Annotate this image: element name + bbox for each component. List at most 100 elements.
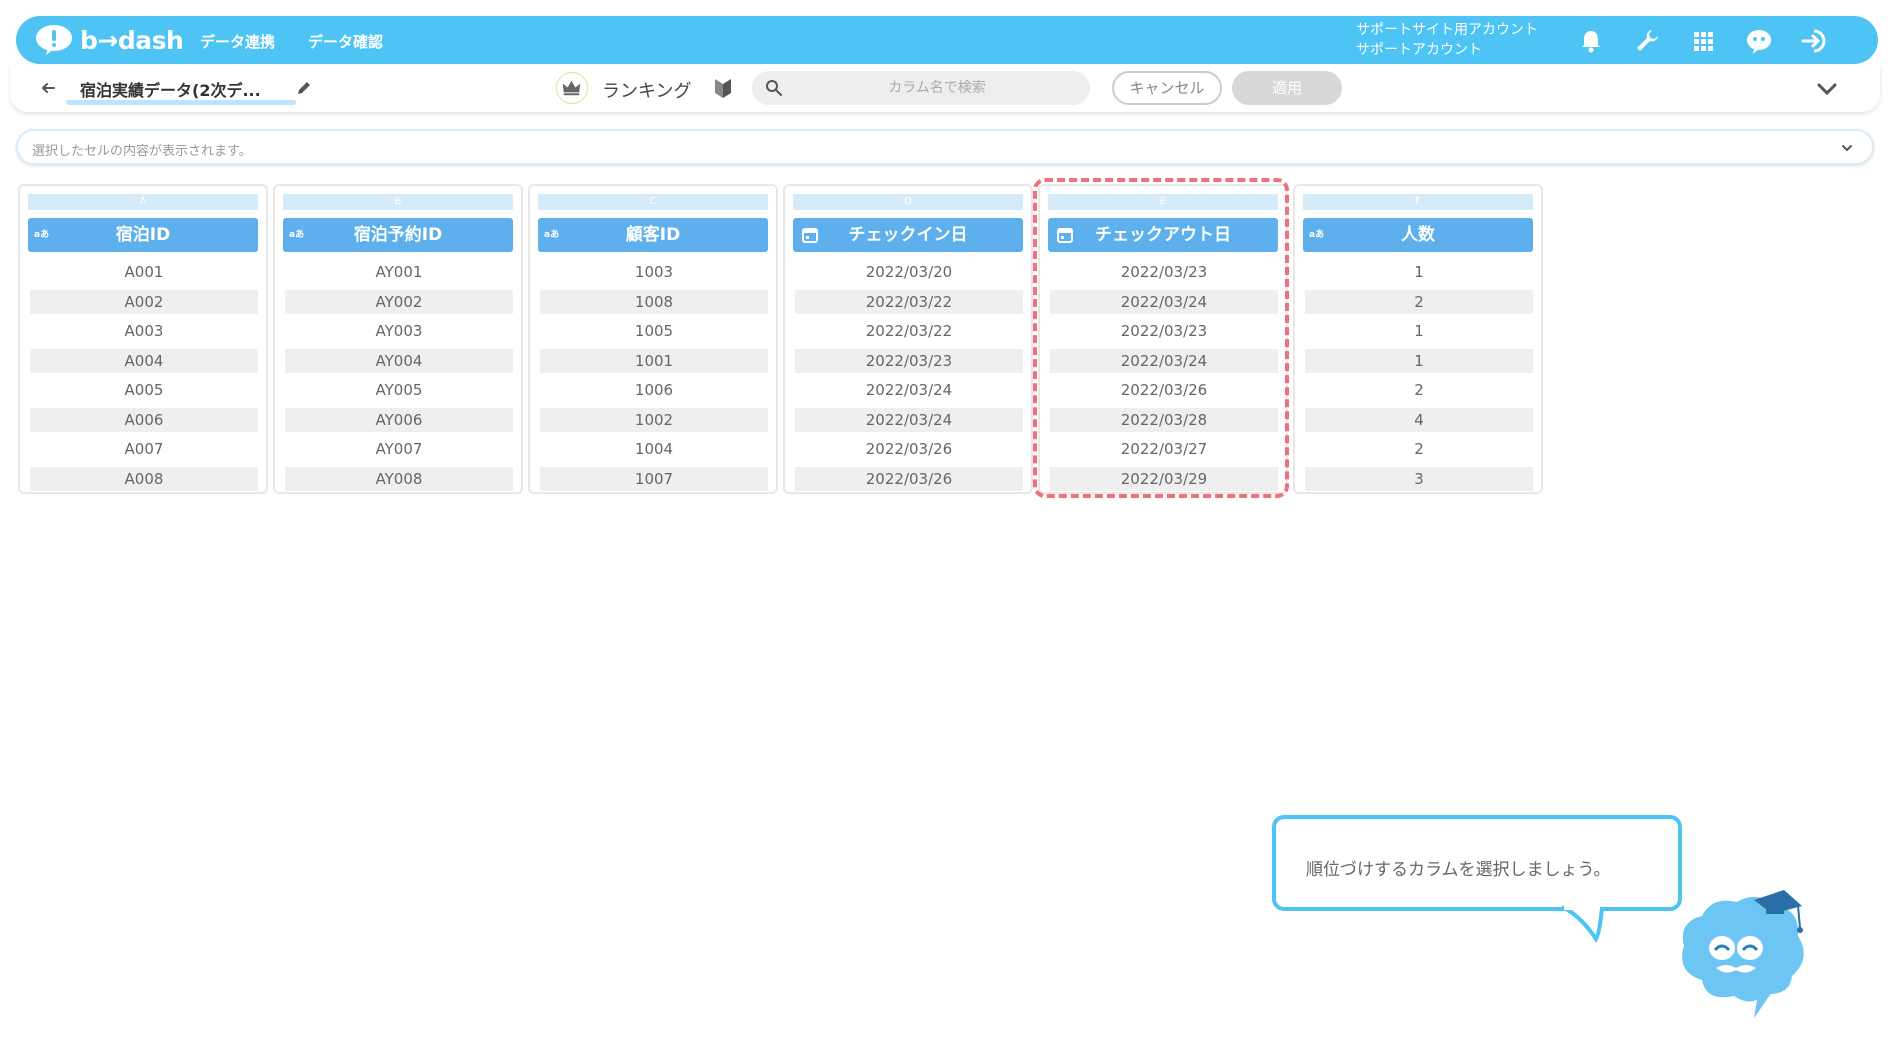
table-cell[interactable]: 4 [1305,408,1533,432]
text-type-icon: aあ [34,230,50,240]
ranking-crown-icon [556,72,588,104]
column-card-d[interactable]: D チェックイン日 2022/03/20 2022/03/22 2022/03/… [783,184,1033,494]
beginner-mark-icon[interactable] [712,76,734,100]
table-cell[interactable]: 2 [1305,378,1533,402]
column-card-f[interactable]: F aあ 人数 1 2 1 1 2 4 2 3 [1293,184,1543,494]
column-letter: D [793,194,1023,210]
account-user-name: サポートアカウント [1356,42,1482,58]
column-name: 顧客ID [625,225,681,245]
table-cell[interactable]: 2 [1305,290,1533,314]
table-cell[interactable]: 2022/03/22 [795,290,1023,314]
account-info[interactable]: サポートサイト用アカウント サポートアカウント [1356,20,1538,60]
bell-icon[interactable] [1576,26,1606,56]
table-cell[interactable]: A004 [30,349,258,373]
dataset-name-underline [66,100,296,105]
table-cell[interactable]: AY008 [285,467,513,491]
column-header[interactable]: チェックイン日 [793,218,1023,252]
logout-icon[interactable] [1800,26,1830,56]
column-header[interactable]: aあ 人数 [1303,218,1533,252]
table-cell[interactable]: 2022/03/26 [795,437,1023,461]
table-cell[interactable]: 1007 [540,467,768,491]
table-cell[interactable]: 2022/03/24 [795,378,1023,402]
table-cell[interactable]: AY005 [285,378,513,402]
table-cell[interactable]: 1002 [540,408,768,432]
wrench-icon[interactable] [1632,26,1662,56]
table-cell[interactable]: 1001 [540,349,768,373]
column-search [752,71,1090,105]
column-card-a[interactable]: A aあ 宿泊ID A001 A002 A003 A004 A005 A006 … [18,184,268,494]
guide-speech-bubble: 順位づけするカラムを選択しましょう。 [1272,815,1682,911]
calendar-icon [802,228,818,243]
column-header[interactable]: aあ 宿泊予約ID [283,218,513,252]
table-cell[interactable]: 1005 [540,319,768,343]
text-type-icon: aあ [544,230,560,240]
mascot-icon [1682,890,1804,1018]
column-highlight-frame [1033,178,1289,498]
nav-data-integration[interactable]: データ連携 [200,31,275,52]
column-letter: F [1303,194,1533,210]
table-cell[interactable]: 2022/03/20 [795,260,1023,284]
dataset-toolbar: 宿泊実績データ(2次デ... ランキング キャンセル 適用 [10,64,1880,112]
table-cell[interactable]: 1008 [540,290,768,314]
logo-text: b→dash [80,25,184,55]
table-cell[interactable]: AY001 [285,260,513,284]
column-header[interactable]: aあ 顧客ID [538,218,768,252]
column-search-input[interactable] [792,71,1082,105]
table-cell[interactable]: 2022/03/22 [795,319,1023,343]
chevron-down-icon[interactable] [1838,139,1856,157]
table-cell[interactable]: AY006 [285,408,513,432]
pencil-icon[interactable] [294,78,314,98]
chevron-down-icon[interactable] [1814,76,1840,102]
table-cell[interactable]: AY007 [285,437,513,461]
column-name: 宿泊ID [115,225,171,245]
table-cell[interactable]: AY003 [285,319,513,343]
cell-content-placeholder: 選択したセルの内容が表示されます。 [32,144,252,159]
support-chat-icon[interactable] [1744,26,1774,56]
column-name: 人数 [1401,225,1435,245]
table-cell[interactable]: AY002 [285,290,513,314]
column-letter: B [283,194,513,210]
table-cell[interactable]: 1 [1305,319,1533,343]
account-site-name: サポートサイト用アカウント [1356,22,1538,38]
table-cell[interactable]: A008 [30,467,258,491]
search-icon [766,80,782,96]
table-cell[interactable]: 2022/03/24 [795,408,1023,432]
column-letter: C [538,194,768,210]
guide-message: 順位づけするカラムを選択しましょう。 [1306,860,1611,880]
cell-content-bar[interactable]: 選択したセルの内容が表示されます。 [16,129,1874,165]
column-letter: A [28,194,258,210]
table-cell[interactable]: 1004 [540,437,768,461]
apply-button[interactable]: 適用 [1232,71,1342,105]
table-cell[interactable]: 2022/03/26 [795,467,1023,491]
text-type-icon: aあ [1309,230,1325,240]
table-cell[interactable]: AY004 [285,349,513,373]
top-navigation-bar: b→dash データ連携 データ確認 サポートサイト用アカウント サポートアカウ… [16,16,1878,64]
table-cell[interactable]: A002 [30,290,258,314]
table-cell[interactable]: 1 [1305,349,1533,373]
table-cell[interactable]: 3 [1305,467,1533,491]
table-cell[interactable]: A005 [30,378,258,402]
column-card-b[interactable]: B aあ 宿泊予約ID AY001 AY002 AY003 AY004 AY00… [273,184,523,494]
text-type-icon: aあ [289,230,305,240]
logo-cloud-icon [36,25,72,55]
table-cell[interactable]: 1006 [540,378,768,402]
table-cell[interactable]: A006 [30,408,258,432]
nav-data-check[interactable]: データ確認 [308,31,383,52]
table-cell[interactable]: A007 [30,437,258,461]
back-arrow-icon[interactable] [38,78,58,98]
speech-bubble-tail [1561,905,1604,943]
column-name: 宿泊予約ID [353,225,443,245]
logo[interactable]: b→dash [34,24,184,56]
column-name: チェックイン日 [848,225,968,245]
app-grid-icon[interactable] [1688,26,1718,56]
dataset-name[interactable]: 宿泊実績データ(2次デ... [80,77,306,101]
table-cell[interactable]: 2022/03/23 [795,349,1023,373]
table-cell[interactable]: 2 [1305,437,1533,461]
column-card-c[interactable]: C aあ 顧客ID 1003 1008 1005 1001 1006 1002 … [528,184,778,494]
cancel-button[interactable]: キャンセル [1112,71,1222,105]
table-cell[interactable]: A001 [30,260,258,284]
table-cell[interactable]: A003 [30,319,258,343]
table-cell[interactable]: 1 [1305,260,1533,284]
table-cell[interactable]: 1003 [540,260,768,284]
column-header[interactable]: aあ 宿泊ID [28,218,258,252]
